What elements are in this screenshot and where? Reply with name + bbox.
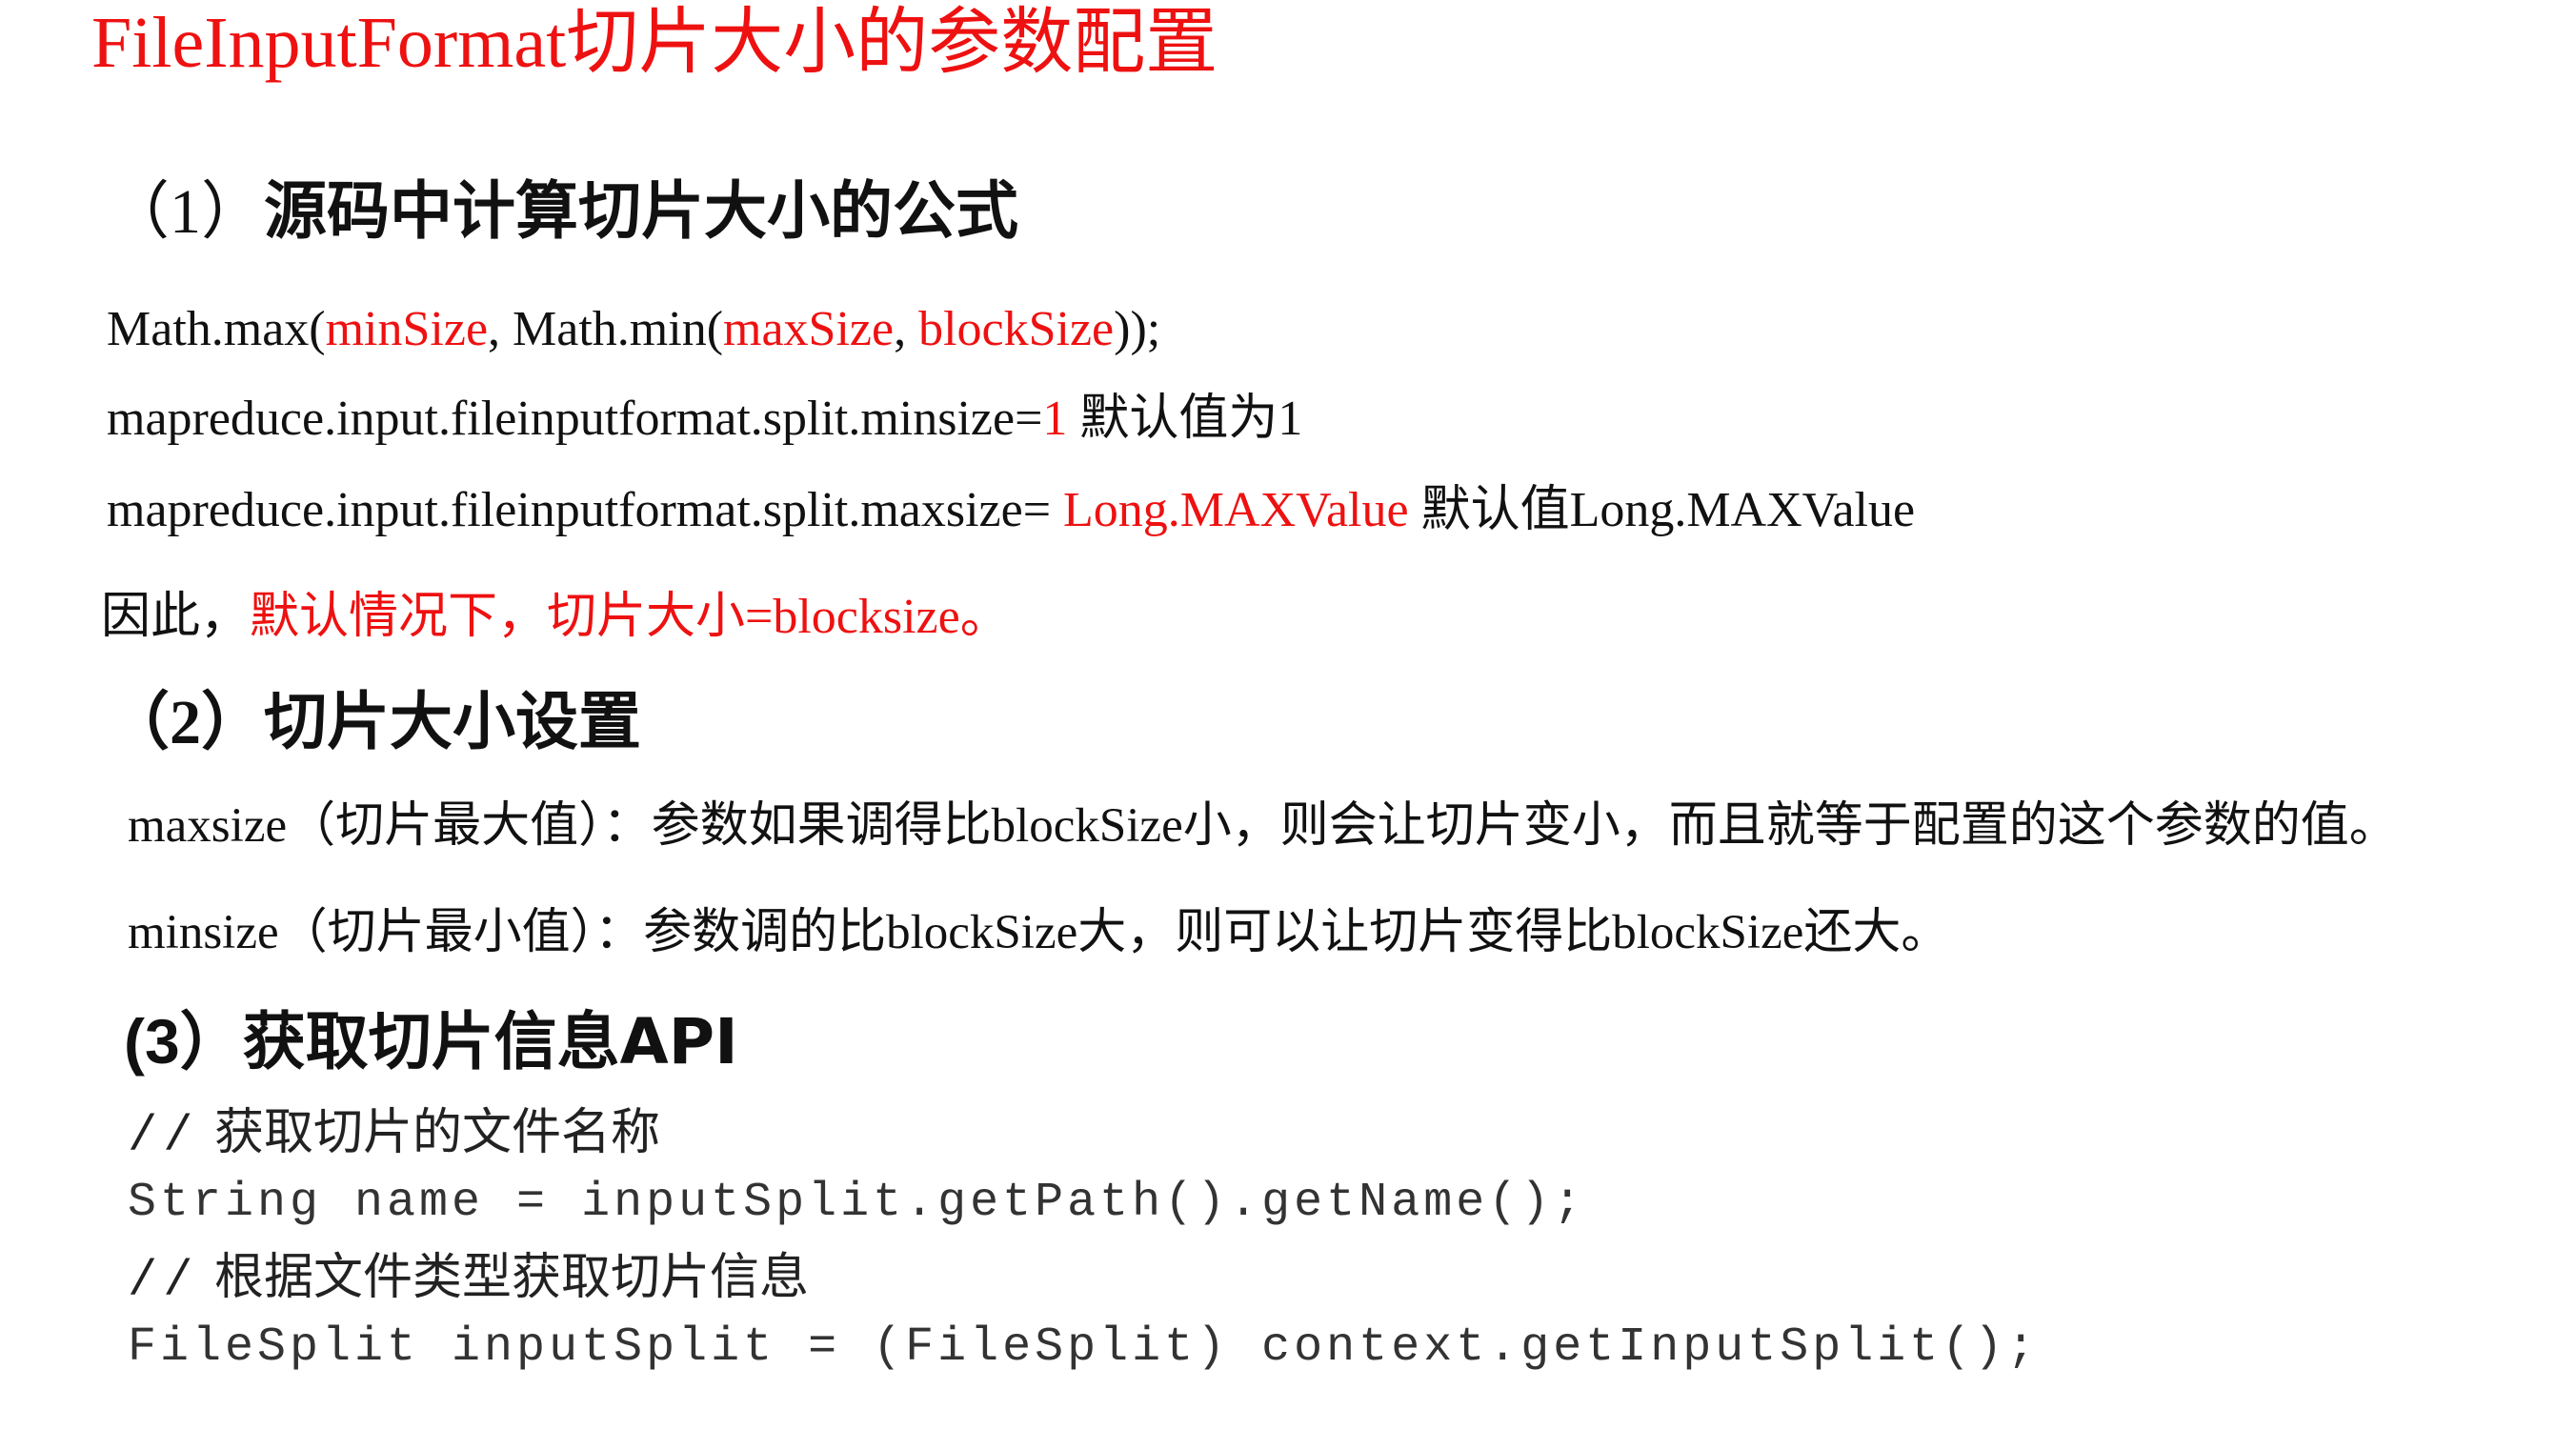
minsize-description: minsize（切片最小值）：参数调的比blockSize大，则可以让切片变得比… <box>128 906 1950 959</box>
comment-text: 获取切片的文件名称 <box>198 1104 660 1161</box>
comment-slash: // <box>128 1253 199 1309</box>
conclusion-prefix: 因此， <box>101 590 251 644</box>
conclusion-text: 默认情况下，切片大小=blocksize。 <box>250 590 1010 644</box>
code-comment: // 获取切片的文件名称 <box>128 1104 660 1165</box>
minsize-config-key: mapreduce.input.fileinputformat.split.mi… <box>107 392 1043 446</box>
formula-part: )); <box>1114 302 1161 356</box>
section1-heading: （1）源码中计算切片大小的公式 <box>107 175 1018 249</box>
section3-heading-number: (3） <box>124 1006 243 1077</box>
code-comment: // 根据文件类型获取切片信息 <box>128 1249 809 1310</box>
section3-heading: (3）获取切片信息API <box>124 1006 738 1078</box>
formula-minsize: minSize <box>325 302 489 356</box>
maxsize-config-line: mapreduce.input.fileinputformat.split.ma… <box>107 482 1915 539</box>
comment-text: 根据文件类型获取切片信息 <box>198 1249 809 1306</box>
section2-heading-text: 切片大小设置 <box>264 685 641 758</box>
code-line-get-name: String name = inputSplit.getPath().getNa… <box>128 1176 1586 1230</box>
comment-slash: // <box>128 1108 199 1164</box>
formula-maxsize: maxSize <box>723 302 895 356</box>
formula-part: , <box>894 302 919 356</box>
maxsize-config-key: mapreduce.input.fileinputformat.split.ma… <box>107 483 1064 537</box>
formula-part: , Math.min( <box>488 302 724 356</box>
section2-heading: （2）切片大小设置 <box>107 686 641 759</box>
minsize-config-note: 默认值为1 <box>1067 392 1303 446</box>
maxsize-config-note: 默认值Long.MAXValue <box>1408 483 1916 537</box>
minsize-config-value: 1 <box>1042 392 1068 446</box>
minsize-config-line: mapreduce.input.fileinputformat.split.mi… <box>107 391 1302 448</box>
maxsize-description: maxsize（切片最大值）：参数如果调得比blockSize小，则会让切片变小… <box>128 799 2398 853</box>
section1-heading-number: （1） <box>107 177 264 247</box>
formula-line: Math.max(minSize, Math.min(maxSize, bloc… <box>107 301 1160 358</box>
formula-part: Math.max( <box>107 302 326 356</box>
page-title: FileInputFormat切片大小的参数配置 <box>91 3 1218 83</box>
code-line-get-input-split: FileSplit inputSplit = (FileSplit) conte… <box>128 1320 2040 1375</box>
section2-heading-number: （2） <box>107 688 264 757</box>
maxsize-config-value: Long.MAXValue <box>1063 483 1409 537</box>
conclusion-line: 因此，默认情况下，切片大小=blocksize。 <box>101 589 1010 646</box>
formula-blocksize: blockSize <box>918 302 1115 356</box>
section3-heading-text: 获取切片信息API <box>242 1005 738 1078</box>
section1-heading-text: 源码中计算切片大小的公式 <box>264 174 1018 248</box>
